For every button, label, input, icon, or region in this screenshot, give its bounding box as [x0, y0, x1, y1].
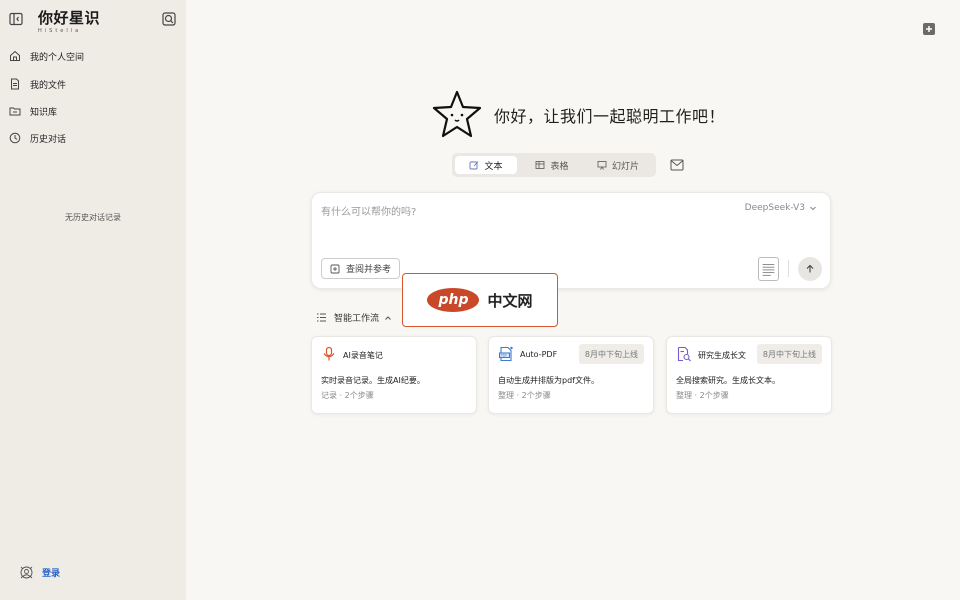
tab-table[interactable]: 表格	[521, 156, 583, 174]
workflow-heading-label: 智能工作流	[334, 314, 380, 324]
sidebar-item-label: 历史对话	[30, 134, 67, 145]
tab-label: 幻灯片	[611, 161, 639, 172]
history-icon	[9, 132, 21, 144]
reference-button-label: 查阅并参考	[346, 265, 392, 275]
card-title: Auto-PDF	[520, 350, 558, 359]
empty-history-text: 无历史对话记录	[65, 213, 121, 222]
workflow-heading[interactable]: 智能工作流	[316, 311, 392, 324]
table-icon	[536, 161, 545, 169]
login-button[interactable]: 登录	[20, 566, 60, 579]
card-title: AI录音笔记	[343, 351, 383, 360]
brand-logo: 你好星识 HiStella	[38, 9, 100, 34]
sidebar: 你好星识 HiStella 我的个人空间 我的文件 知识库 历史对话 无历史对话…	[0, 0, 186, 600]
mail-icon[interactable]	[670, 159, 684, 171]
sidebar-toggle-icon[interactable]	[9, 12, 23, 26]
hero: 你好，让我们一起聪明工作吧！	[430, 88, 725, 142]
coming-soon-badge: 8月中下旬上线	[756, 344, 822, 364]
php-logo: php	[427, 288, 480, 312]
sidebar-item-my-files[interactable]: 我的文件	[9, 76, 66, 92]
model-selector[interactable]: DeepSeek-V3	[745, 203, 817, 213]
tab-label: 文本	[484, 161, 503, 172]
avatar-icon	[20, 566, 33, 579]
output-type-tabs: 文本 表格 幻灯片	[452, 153, 656, 177]
model-label: DeepSeek-V3	[744, 203, 805, 213]
sidebar-item-knowledge-base[interactable]: 知识库	[9, 103, 57, 119]
card-meta: 记录 · 2个步骤	[321, 391, 374, 400]
greeting-text: 你好，让我们一起聪明工作吧！	[494, 107, 726, 126]
sidebar-item-label: 我的文件	[30, 80, 67, 91]
brand-title: 你好星识	[38, 9, 101, 27]
text-edit-icon	[470, 161, 479, 170]
send-button[interactable]	[798, 257, 822, 281]
workflow-card-research-longform[interactable]: 研究生成长文 8月中下旬上线 全局搜索研究。生成长文本。 整理 · 2个步骤	[666, 336, 832, 414]
card-meta: 整理 · 2个步骤	[498, 391, 551, 400]
watermark-text: 中文网	[487, 291, 533, 310]
research-doc-icon	[676, 346, 692, 362]
list-icon	[317, 313, 326, 322]
php-watermark: php 中文网	[402, 273, 558, 327]
chat-input[interactable]: 有什么可以帮你的吗?	[321, 203, 416, 218]
sidebar-header: 你好星识 HiStella	[0, 0, 186, 40]
tab-text[interactable]: 文本	[455, 156, 517, 174]
sidebar-item-label: 我的个人空间	[30, 52, 85, 63]
sidebar-item-history[interactable]: 历史对话	[9, 130, 66, 146]
chevron-up-icon	[385, 315, 391, 320]
card-meta: 整理 · 2个步骤	[676, 391, 729, 400]
card-description: 全局搜索研究。生成长文本。	[676, 376, 780, 385]
reference-button[interactable]: 查阅并参考	[321, 258, 401, 279]
login-label: 登录	[42, 569, 61, 579]
workflow-card-auto-pdf[interactable]: PDF Auto-PDF 8月中下旬上线 自动生成并排版为pdf文件。 整理 ·…	[488, 336, 654, 414]
sidebar-item-label: 知识库	[30, 107, 58, 118]
new-chat-icon[interactable]	[922, 22, 936, 36]
svg-text:PDF: PDF	[501, 354, 508, 358]
slides-icon	[597, 161, 607, 170]
add-reference-icon	[330, 264, 340, 273]
coming-soon-badge: 8月中下旬上线	[578, 344, 644, 364]
star-mascot-icon	[432, 90, 482, 138]
composer-divider	[788, 260, 789, 277]
card-title: 研究生成长文	[698, 351, 746, 360]
arrow-up-icon	[806, 264, 814, 273]
home-icon	[10, 50, 20, 61]
microphone-icon	[321, 346, 337, 362]
card-description: 实时录音记录。生成AI纪要。	[321, 376, 425, 385]
chat-composer: 有什么可以帮你的吗? DeepSeek-V3 查阅并参考	[311, 192, 831, 289]
workflow-card-ai-recording[interactable]: AI录音笔记 实时录音记录。生成AI纪要。 记录 · 2个步骤	[311, 336, 477, 414]
search-icon[interactable]	[162, 12, 176, 26]
card-description: 自动生成并排版为pdf文件。	[498, 376, 599, 385]
file-icon	[11, 78, 19, 90]
chevron-down-icon	[810, 206, 816, 211]
brand-subtitle: HiStella	[38, 28, 82, 34]
pdf-icon: PDF	[498, 346, 514, 362]
folder-icon	[9, 107, 21, 116]
document-icon[interactable]	[758, 257, 779, 281]
tab-slides[interactable]: 幻灯片	[587, 156, 649, 174]
tab-label: 表格	[550, 161, 569, 172]
sidebar-item-personal-space[interactable]: 我的个人空间	[9, 48, 84, 64]
